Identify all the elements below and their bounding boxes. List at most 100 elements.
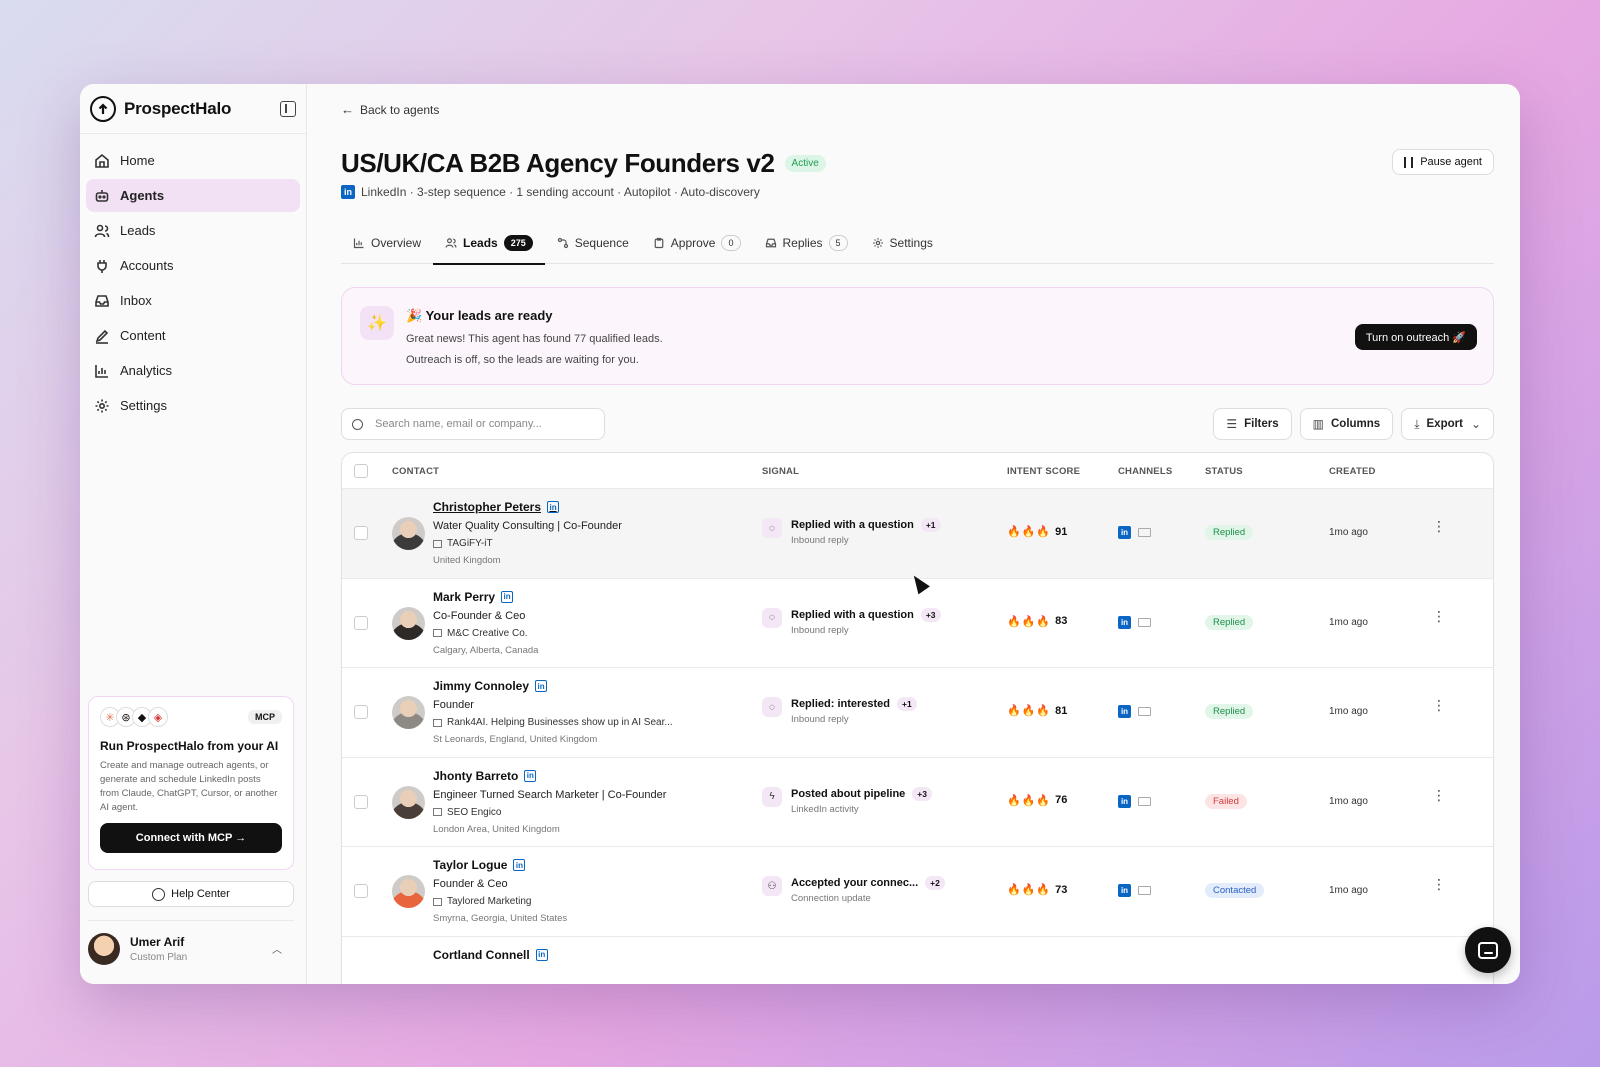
table-row[interactable]: Jimmy Connoley in Founder Rank4AI. Helpi… — [342, 668, 1493, 758]
avatar — [392, 696, 425, 729]
banner-title: 🎉 Your leads are ready — [406, 308, 553, 323]
tab-sequence[interactable]: Sequence — [545, 222, 641, 264]
email-channel-icon — [1138, 796, 1151, 806]
agent-meta-text: LinkedIn · 3-step sequence · 1 sending a… — [361, 185, 760, 199]
signal-text: Posted about pipeline — [791, 787, 906, 800]
row-checkbox[interactable] — [354, 615, 368, 630]
sidebar-item-agents[interactable]: Agents — [86, 179, 300, 212]
col-status[interactable]: STATUS — [1205, 466, 1243, 477]
linkedin-icon[interactable]: in — [535, 680, 548, 692]
tab-replies[interactable]: Replies 5 — [753, 222, 860, 264]
toolbar-actions: ☰ Filters ▥ Columns ⤓ Export ⌄ — [1205, 408, 1494, 440]
tab-leads[interactable]: Leads 275 — [433, 222, 545, 265]
sidebar-item-settings[interactable]: Settings — [86, 389, 300, 422]
search-icon — [352, 418, 363, 430]
pen-icon — [94, 328, 110, 344]
user-menu[interactable]: Umer Arif Custom Plan ︿ — [88, 920, 294, 970]
sidebar-item-inbox[interactable]: Inbox — [86, 284, 300, 317]
sidebar-item-leads[interactable]: Leads — [86, 214, 300, 247]
gear-icon — [94, 398, 110, 414]
more-options-icon[interactable]: ⋮ — [1432, 609, 1446, 623]
sidebar-item-accounts[interactable]: Accounts — [86, 249, 300, 282]
signal-extra-badge[interactable]: +1 — [897, 697, 917, 711]
tab-settings[interactable]: Settings — [860, 222, 945, 264]
mcp-description: Create and manage outreach agents, or ge… — [100, 760, 278, 813]
table-row[interactable]: Cortland Connell in — [342, 937, 1493, 977]
tab-overview[interactable]: Overview — [341, 222, 433, 264]
lifebuoy-icon — [152, 887, 166, 901]
collapse-sidebar-icon[interactable] — [280, 100, 296, 117]
contact-name[interactable]: Mark Perry in — [433, 590, 514, 604]
building-icon — [433, 897, 442, 906]
email-channel-icon — [1138, 707, 1151, 716]
contact-name[interactable]: Jhonty Barreto in — [433, 769, 537, 783]
flame-icon: 🔥 — [1021, 526, 1036, 538]
turn-on-outreach-button[interactable]: Turn on outreach 🚀 — [1354, 324, 1477, 350]
row-checkbox[interactable] — [354, 884, 368, 898]
search-input[interactable] — [375, 418, 595, 430]
more-options-icon[interactable]: ⋮ — [1432, 788, 1446, 802]
chat-icon: ◌ — [762, 697, 782, 717]
signal-title: Posted about pipeline +3 — [791, 786, 932, 801]
bar-chart-icon — [94, 363, 110, 379]
table-row[interactable]: Jhonty Barreto in Engineer Turned Search… — [342, 758, 1493, 847]
signal-extra-badge[interactable]: +3 — [912, 786, 932, 801]
flame-icon: 🔥 — [1036, 794, 1051, 807]
col-contact[interactable]: CONTACT — [392, 466, 439, 477]
export-button[interactable]: ⤓ Export ⌄ — [1401, 408, 1494, 440]
more-options-icon[interactable]: ⋮ — [1432, 519, 1446, 533]
banner-line-2: Outreach is off, so the leads are waitin… — [406, 354, 639, 366]
tab-approve[interactable]: Approve 0 — [641, 222, 753, 264]
gem-icon: ◈ — [148, 707, 168, 727]
chevron-up-icon: ︿ — [272, 945, 282, 956]
select-all-checkbox[interactable] — [354, 464, 368, 478]
linkedin-icon[interactable]: in — [535, 948, 548, 961]
sidebar-item-analytics[interactable]: Analytics — [86, 354, 300, 387]
contact-name[interactable]: Taylor Logue in — [433, 858, 526, 872]
columns-label: Columns — [1331, 418, 1381, 430]
building-icon — [433, 718, 442, 727]
row-checkbox[interactable] — [354, 526, 368, 540]
col-channels[interactable]: CHANNELS — [1118, 466, 1172, 477]
linkedin-icon[interactable]: in — [547, 501, 560, 513]
signal-extra-badge[interactable]: +3 — [920, 607, 941, 622]
avatar — [392, 517, 425, 550]
linkedin-icon[interactable]: in — [501, 590, 514, 603]
signal-extra-badge[interactable]: +1 — [920, 518, 941, 532]
col-signal[interactable]: SIGNAL — [762, 466, 799, 477]
linkedin-icon[interactable]: in — [513, 859, 526, 871]
contact-title: Founder & Ceo — [433, 878, 508, 890]
signal-extra-badge[interactable]: +2 — [925, 876, 945, 890]
tab-label: Replies — [782, 236, 823, 250]
col-intent-score[interactable]: INTENT SCORE — [1007, 466, 1080, 477]
row-checkbox[interactable] — [354, 705, 368, 719]
tab-label: Overview — [371, 236, 422, 250]
filters-button[interactable]: ☰ Filters — [1213, 408, 1292, 440]
back-to-agents-link[interactable]: ← Back to agents — [341, 102, 439, 117]
help-center-label: Help Center — [171, 888, 230, 900]
help-center-button[interactable]: Help Center — [88, 881, 294, 907]
sidebar-item-content[interactable]: Content — [86, 319, 300, 352]
more-options-icon[interactable]: ⋮ — [1432, 877, 1446, 891]
contact-name[interactable]: Christopher Peters in — [433, 500, 560, 514]
tab-count-badge: 0 — [721, 235, 741, 251]
avatar — [88, 932, 120, 965]
table-row[interactable]: Christopher Peters in Water Quality Cons… — [342, 489, 1493, 579]
intent-score: 🔥 🔥 🔥 83 — [1007, 615, 1067, 628]
col-created[interactable]: CREATED — [1329, 466, 1376, 477]
table-row[interactable]: Taylor Logue in Founder & Ceo Taylored M… — [342, 847, 1493, 937]
contact-company: SEO Engico — [433, 807, 501, 818]
sidebar-item-home[interactable]: Home — [86, 144, 300, 177]
connect-mcp-button[interactable]: Connect with MCP → — [100, 823, 282, 853]
sidebar-item-label: Inbox — [120, 293, 152, 308]
linkedin-icon[interactable]: in — [524, 769, 537, 782]
chat-support-button[interactable] — [1465, 927, 1511, 973]
pause-agent-button[interactable]: Pause agent — [1392, 149, 1494, 175]
created-time: 1mo ago — [1329, 885, 1368, 896]
status-badge: Replied — [1205, 614, 1254, 630]
contact-name[interactable]: Jimmy Connoley in — [433, 679, 548, 693]
columns-button[interactable]: ▥ Columns — [1299, 408, 1394, 440]
row-checkbox[interactable] — [354, 794, 368, 809]
more-options-icon[interactable]: ⋮ — [1432, 698, 1446, 712]
contact-name[interactable]: Cortland Connell in — [433, 948, 548, 962]
